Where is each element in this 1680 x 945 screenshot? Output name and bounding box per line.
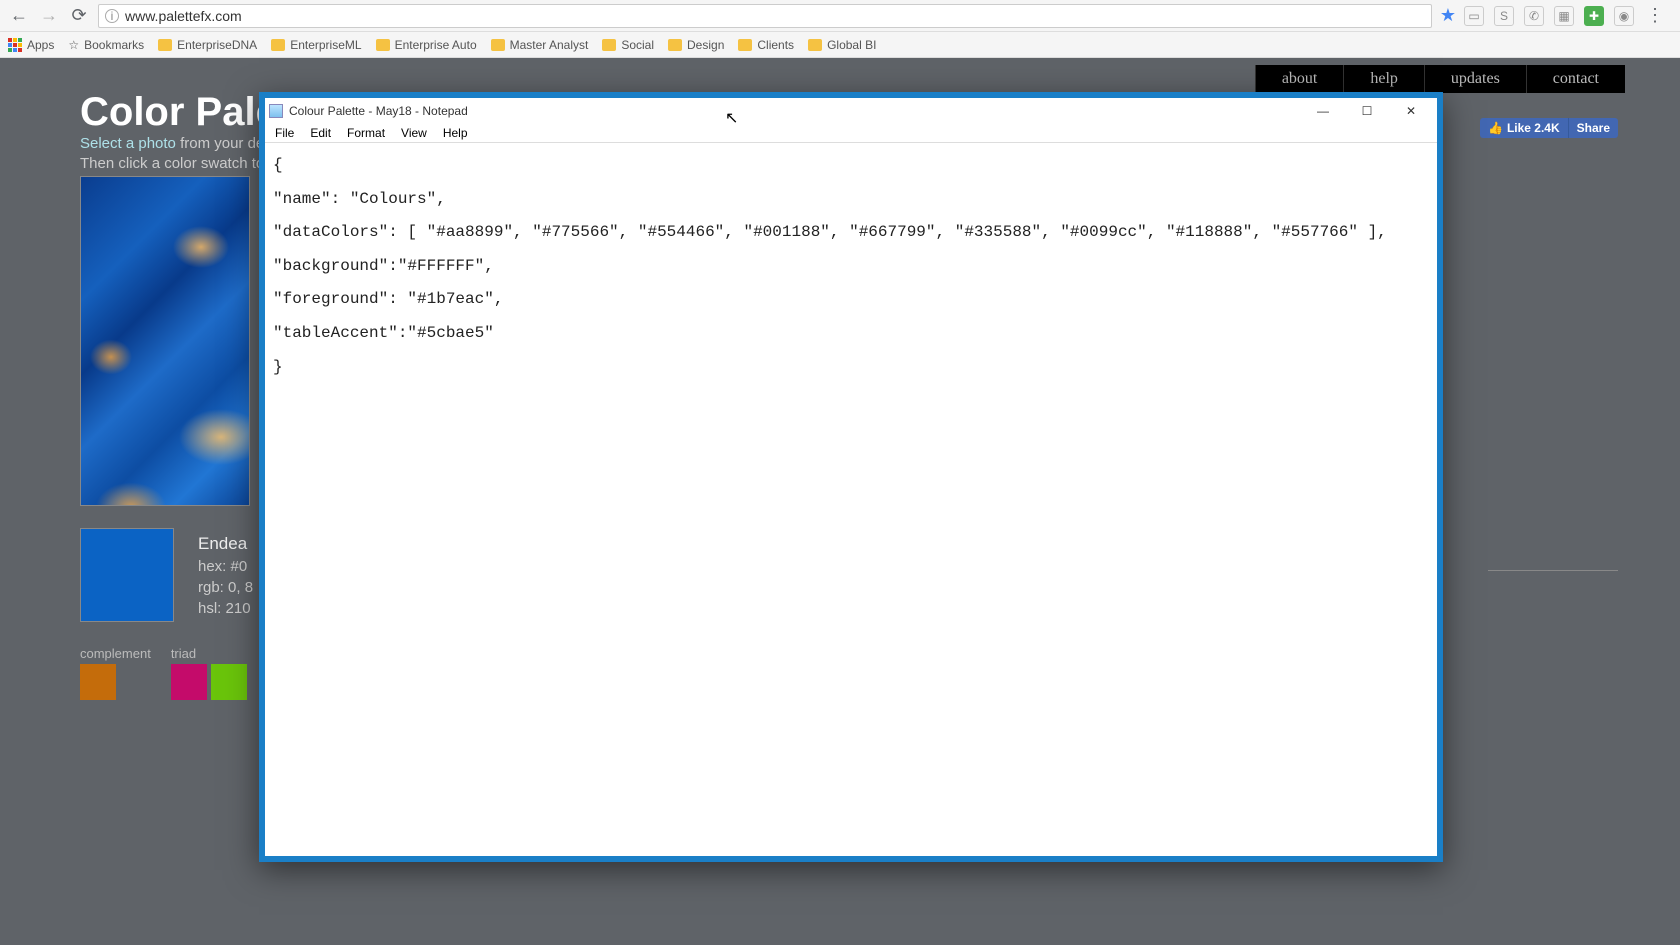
thumbs-up-icon: 👍 xyxy=(1488,121,1503,135)
browser-menu-icon[interactable]: ⋮ xyxy=(1644,5,1666,27)
extension-icon-1[interactable]: ▭ xyxy=(1464,6,1484,26)
bookmark-folder-1[interactable]: EnterpriseML xyxy=(271,38,361,52)
extension-icon-2[interactable]: S xyxy=(1494,6,1514,26)
complement-group: complement xyxy=(80,646,151,700)
apps-icon xyxy=(8,38,22,52)
folder-icon xyxy=(491,39,505,51)
sidebar-divider xyxy=(1488,570,1618,571)
close-button[interactable]: ✕ xyxy=(1389,100,1433,122)
complement-swatch[interactable] xyxy=(80,664,116,700)
bookmark-folder-5[interactable]: Design xyxy=(668,38,724,52)
notepad-window[interactable]: Colour Palette - May18 - Notepad — ☐ ✕ F… xyxy=(259,92,1443,862)
extension-icons: ▭ S ✆ ▦ ✚ ◉ ⋮ xyxy=(1464,5,1672,27)
bookmark-folder-4[interactable]: Social xyxy=(602,38,654,52)
notepad-menu-bar: File Edit Format View Help xyxy=(265,123,1437,143)
selected-color-swatch[interactable] xyxy=(80,528,174,622)
uploaded-image-preview[interactable] xyxy=(80,176,250,506)
folder-icon xyxy=(668,39,682,51)
triad-swatch-1[interactable] xyxy=(171,664,207,700)
bookmark-folder-6[interactable]: Clients xyxy=(738,38,794,52)
url-bar[interactable]: i www.palettefx.com xyxy=(98,4,1432,28)
page-body: about help updates contact 👍 Like 2.4K S… xyxy=(0,58,1680,945)
bookmark-folder-0[interactable]: EnterpriseDNA xyxy=(158,38,257,52)
triad-group: triad xyxy=(171,646,247,700)
swatch-info: Endea hex: #0 rgb: 0, 8 hsl: 210 xyxy=(198,528,253,619)
extension-icon-5[interactable]: ✚ xyxy=(1584,6,1604,26)
notepad-app-icon xyxy=(269,104,283,118)
folder-icon xyxy=(808,39,822,51)
site-info-icon[interactable]: i xyxy=(105,9,119,23)
facebook-widget: 👍 Like 2.4K Share xyxy=(1480,118,1618,138)
menu-file[interactable]: File xyxy=(267,124,302,142)
folder-icon xyxy=(738,39,752,51)
nav-updates[interactable]: updates xyxy=(1424,65,1526,93)
notepad-text-area[interactable]: { "name": "Colours", "dataColors": [ "#a… xyxy=(265,143,1437,856)
site-nav: about help updates contact xyxy=(1255,65,1625,93)
folder-icon xyxy=(602,39,616,51)
notepad-titlebar[interactable]: Colour Palette - May18 - Notepad — ☐ ✕ xyxy=(265,98,1437,123)
star-outline-icon: ☆ xyxy=(68,38,79,52)
extension-icon-4[interactable]: ▦ xyxy=(1554,6,1574,26)
harmony-colors: complement triad xyxy=(80,646,247,700)
nav-about[interactable]: about xyxy=(1255,65,1344,93)
fb-share-button[interactable]: Share xyxy=(1568,118,1618,138)
bookmarks-shortcut[interactable]: ☆ Bookmarks xyxy=(68,38,144,52)
url-text: www.palettefx.com xyxy=(125,8,242,24)
bookmark-folder-7[interactable]: Global BI xyxy=(808,38,876,52)
forward-button[interactable]: → xyxy=(38,5,60,27)
folder-icon xyxy=(158,39,172,51)
back-button[interactable]: ← xyxy=(8,5,30,27)
notepad-title: Colour Palette - May18 - Notepad xyxy=(289,104,468,118)
folder-icon xyxy=(271,39,285,51)
bookmark-folder-3[interactable]: Master Analyst xyxy=(491,38,589,52)
extension-icon-6[interactable]: ◉ xyxy=(1614,6,1634,26)
nav-help[interactable]: help xyxy=(1343,65,1424,93)
menu-view[interactable]: View xyxy=(393,124,435,142)
bookmark-star-icon[interactable]: ★ xyxy=(1440,5,1456,26)
triad-swatch-2[interactable] xyxy=(211,664,247,700)
menu-format[interactable]: Format xyxy=(339,124,393,142)
maximize-button[interactable]: ☐ xyxy=(1345,100,1389,122)
browser-toolbar: ← → ⟳ i www.palettefx.com ★ ▭ S ✆ ▦ ✚ ◉ … xyxy=(0,0,1680,32)
selected-swatch-block: Endea hex: #0 rgb: 0, 8 hsl: 210 xyxy=(80,528,253,622)
menu-help[interactable]: Help xyxy=(435,124,476,142)
apps-shortcut[interactable]: Apps xyxy=(8,38,54,52)
fb-like-button[interactable]: 👍 Like 2.4K xyxy=(1480,118,1568,138)
browser-chrome: ← → ⟳ i www.palettefx.com ★ ▭ S ✆ ▦ ✚ ◉ … xyxy=(0,0,1680,58)
site-subtitle: Select a photo from your de Then click a… xyxy=(80,134,264,173)
extension-icon-3[interactable]: ✆ xyxy=(1524,6,1544,26)
nav-contact[interactable]: contact xyxy=(1526,65,1625,93)
folder-icon xyxy=(376,39,390,51)
bookmark-folder-2[interactable]: Enterprise Auto xyxy=(376,38,477,52)
reload-button[interactable]: ⟳ xyxy=(68,5,90,27)
bookmarks-bar: Apps ☆ Bookmarks EnterpriseDNA Enterpris… xyxy=(0,32,1680,58)
menu-edit[interactable]: Edit xyxy=(302,124,339,142)
minimize-button[interactable]: — xyxy=(1301,100,1345,122)
